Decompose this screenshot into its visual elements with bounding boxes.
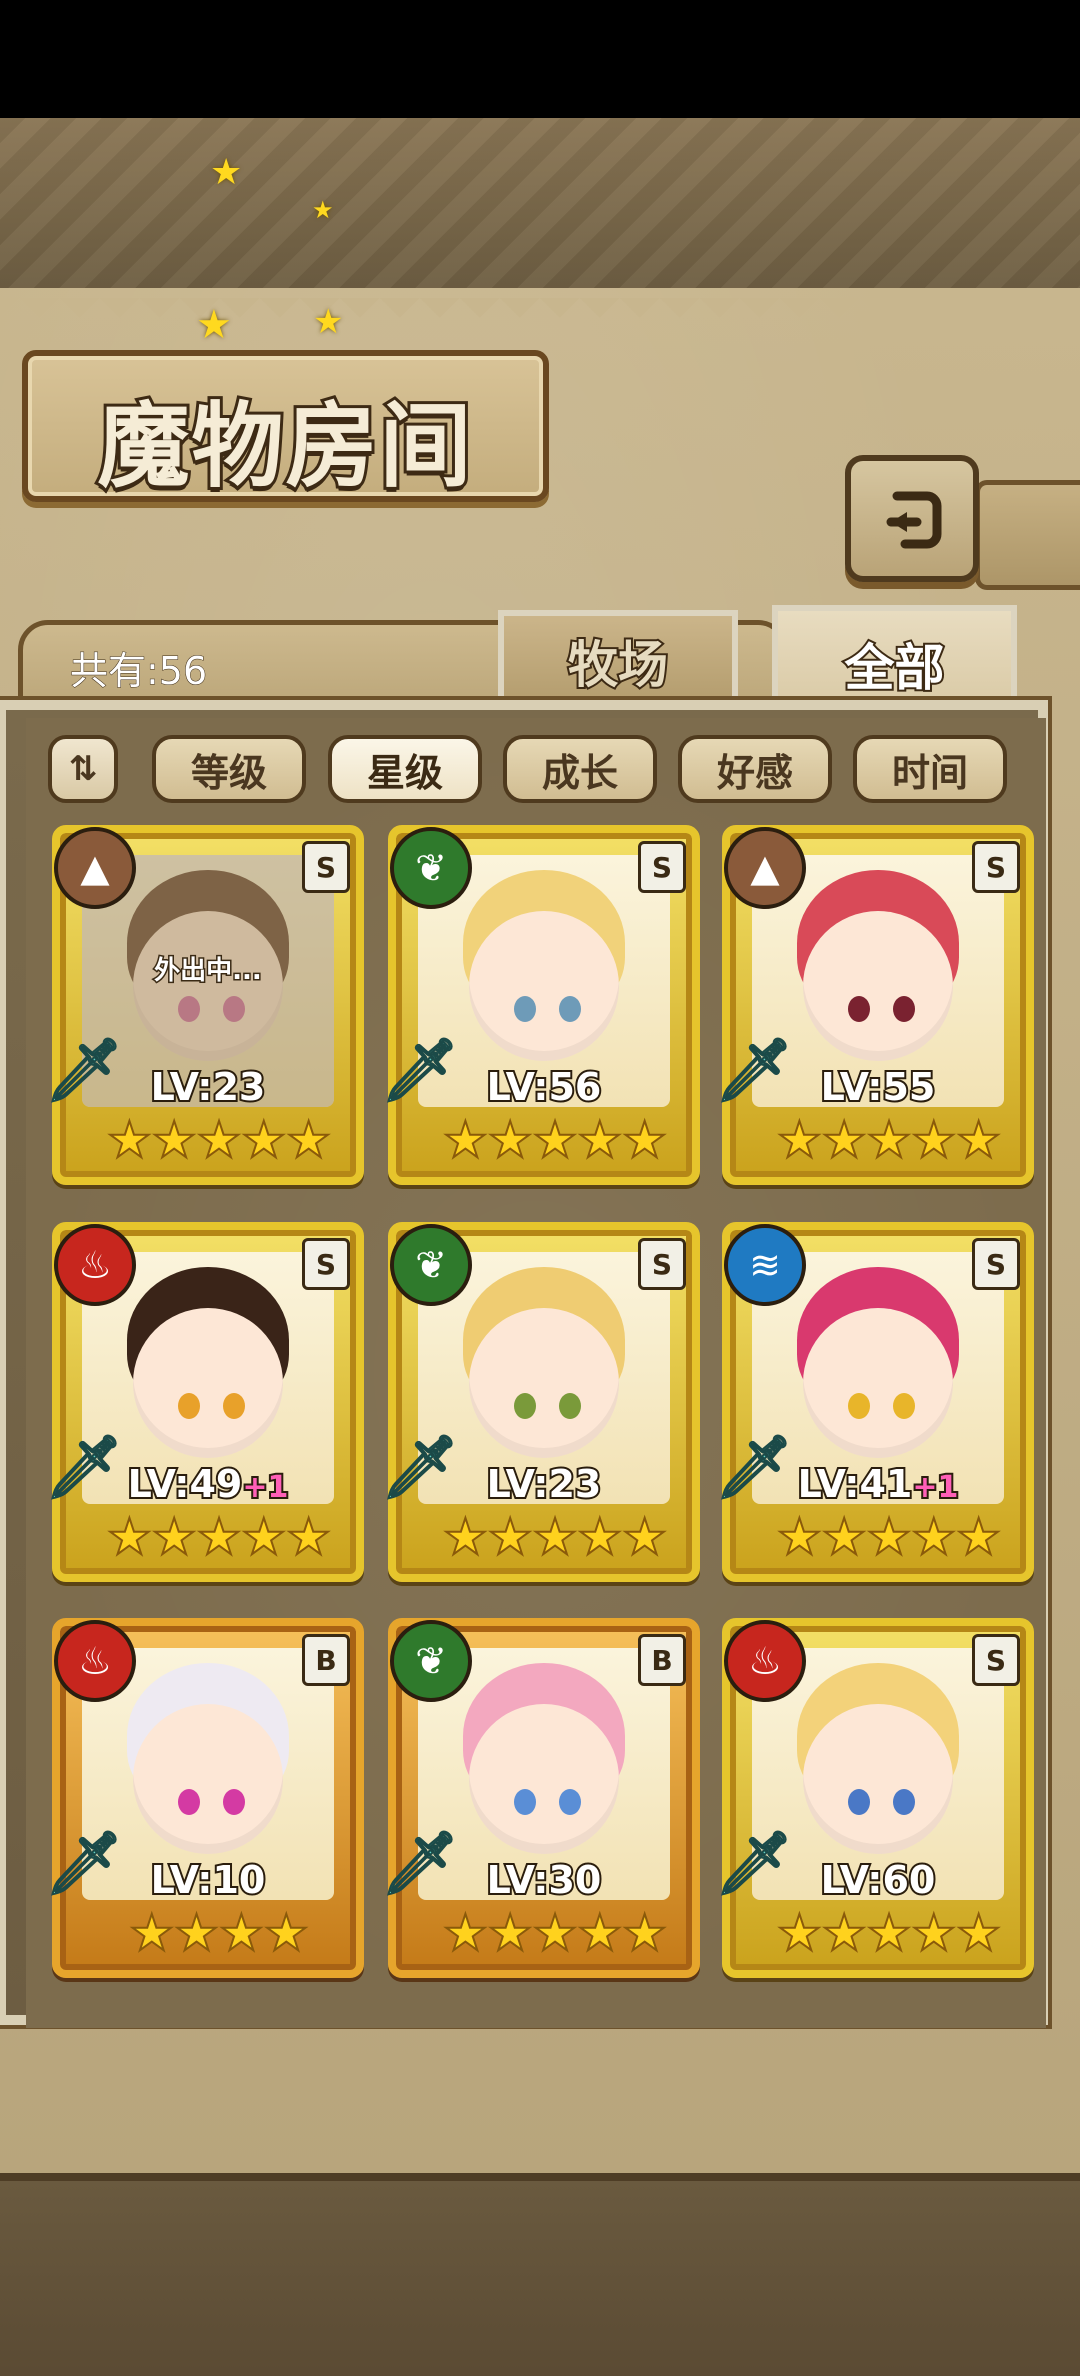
monster-card[interactable]: 外出中... ▲ S 🗡 LV:23 ★★★★★: [44, 825, 364, 1185]
level-value: LV:60: [819, 1856, 938, 1904]
rank-badge: S: [638, 841, 686, 893]
map-backdrop-top: [0, 118, 1080, 298]
monster-card[interactable]: ≋ S 🗡 LV:41+1 ★★★★★: [714, 1222, 1034, 1582]
rank-badge: S: [972, 1238, 1020, 1290]
portrait-eye: [513, 1789, 536, 1816]
water-element-icon: ≋: [724, 1224, 806, 1306]
portrait-eye: [513, 1393, 536, 1420]
star-rating: ★★★★★: [442, 1111, 668, 1169]
monster-card[interactable]: ❦ S 🗡 LV:23 ★★★★★: [380, 1222, 700, 1582]
star-rating: ★★★★★: [776, 1904, 1002, 1962]
level-value: LV:49: [126, 1460, 245, 1508]
sparkle-star-icon: ★: [210, 152, 243, 193]
level-bonus: +1: [240, 1468, 290, 1507]
rank-badge: B: [638, 1634, 686, 1686]
sort-row: ⇅ 等级 星级 成长 好感 时间: [48, 735, 1028, 807]
level-value: LV:56: [485, 1063, 604, 1111]
rank-badge: S: [972, 841, 1020, 893]
level-label: LV:41+1: [730, 1460, 1026, 1508]
monster-card[interactable]: ▲ S 🗡 LV:55 ★★★★★: [714, 825, 1034, 1185]
level-value: LV:23: [485, 1460, 604, 1508]
title-plate: 魔物房间: [22, 350, 549, 503]
sort-growth-button[interactable]: 成长: [503, 735, 657, 803]
portrait-face: [469, 1704, 619, 1855]
sort-order-icon: ⇅: [68, 749, 98, 789]
level-value: LV:23: [149, 1063, 268, 1111]
level-label: LV:49+1: [60, 1460, 356, 1508]
away-status: 外出中...: [153, 955, 264, 988]
portrait-eye: [177, 1393, 200, 1420]
level-label: LV:10: [60, 1856, 356, 1904]
return-arrow-icon: [886, 491, 942, 548]
level-label: LV:23: [396, 1460, 692, 1508]
zigzag-edge: [0, 298, 1080, 338]
rank-badge: B: [302, 1634, 350, 1686]
sort-order-toggle[interactable]: ⇅: [48, 735, 118, 803]
sort-level-button[interactable]: 等级: [152, 735, 306, 803]
portrait-face: [469, 1308, 619, 1459]
portrait-face: [133, 1308, 283, 1459]
earth-element-icon: ▲: [724, 827, 806, 909]
page-title: 魔物房间: [94, 389, 474, 503]
sort-time-button[interactable]: 时间: [853, 735, 1007, 803]
portrait-face: [133, 1704, 283, 1855]
level-label: LV:60: [730, 1856, 1026, 1904]
monster-card[interactable]: ❦ B 🗡 LV:30 ★★★★★: [380, 1618, 700, 1978]
leaf-element-icon: ❦: [390, 1620, 472, 1702]
rank-badge: S: [638, 1238, 686, 1290]
star-rating: ★★★★★: [106, 1508, 332, 1566]
fire-element-icon: ♨: [54, 1620, 136, 1702]
level-label: LV:23: [60, 1063, 356, 1111]
portrait-eye: [847, 996, 870, 1023]
star-rating: ★★★★★: [442, 1508, 668, 1566]
rank-badge: S: [302, 841, 350, 893]
star-rating: ★★★★★: [776, 1111, 1002, 1169]
level-value: LV:55: [819, 1063, 938, 1111]
earth-element-icon: ▲: [54, 827, 136, 909]
fire-element-icon: ♨: [724, 1620, 806, 1702]
sort-affection-button[interactable]: 好感: [678, 735, 832, 803]
level-bonus: +1: [910, 1468, 960, 1507]
level-label: LV:55: [730, 1063, 1026, 1111]
star-rating: ★★★★★: [442, 1904, 668, 1962]
monster-card[interactable]: ♨ S 🗡 LV:60 ★★★★★: [714, 1618, 1034, 1978]
back-button[interactable]: [845, 455, 979, 582]
level-label: LV:30: [396, 1856, 692, 1904]
portrait-face: [803, 1308, 953, 1459]
back-bar: [975, 480, 1080, 590]
portrait-eye: [847, 1789, 870, 1816]
portrait-face: [469, 911, 619, 1062]
sparkle-star-icon: ★: [313, 302, 344, 342]
sparkle-star-icon: ★: [312, 196, 334, 224]
monster-card[interactable]: ❦ S 🗡 LV:56 ★★★★★: [380, 825, 700, 1185]
leaf-element-icon: ❦: [390, 827, 472, 909]
portrait-eye: [513, 996, 536, 1023]
star-rating: ★★★★★: [776, 1508, 1002, 1566]
portrait-eye: [847, 1393, 870, 1420]
leaf-element-icon: ❦: [390, 1224, 472, 1306]
level-value: LV:30: [485, 1856, 604, 1904]
sparkle-star-icon: ★: [196, 302, 232, 348]
monster-card[interactable]: ♨ S 🗡 LV:49+1 ★★★★★: [44, 1222, 364, 1582]
fire-element-icon: ♨: [54, 1224, 136, 1306]
portrait-face: [803, 1704, 953, 1855]
portrait-eye: [177, 1789, 200, 1816]
level-label: LV:56: [396, 1063, 692, 1111]
sort-star-button[interactable]: 星级: [328, 735, 482, 803]
tab-ranch[interactable]: 牧场: [498, 610, 738, 705]
monster-card[interactable]: ♨ B 🗡 LV:10 ★★★★: [44, 1618, 364, 1978]
star-rating: ★★★★: [128, 1904, 309, 1962]
monster-count: 共有:56: [69, 649, 208, 694]
rank-badge: S: [972, 1634, 1020, 1686]
level-value: LV:10: [149, 1856, 268, 1904]
portrait-face: [803, 911, 953, 1062]
level-value: LV:41: [796, 1460, 915, 1508]
star-rating: ★★★★★: [106, 1111, 332, 1169]
map-backdrop-bottom: [0, 2173, 1080, 2376]
rank-badge: S: [302, 1238, 350, 1290]
